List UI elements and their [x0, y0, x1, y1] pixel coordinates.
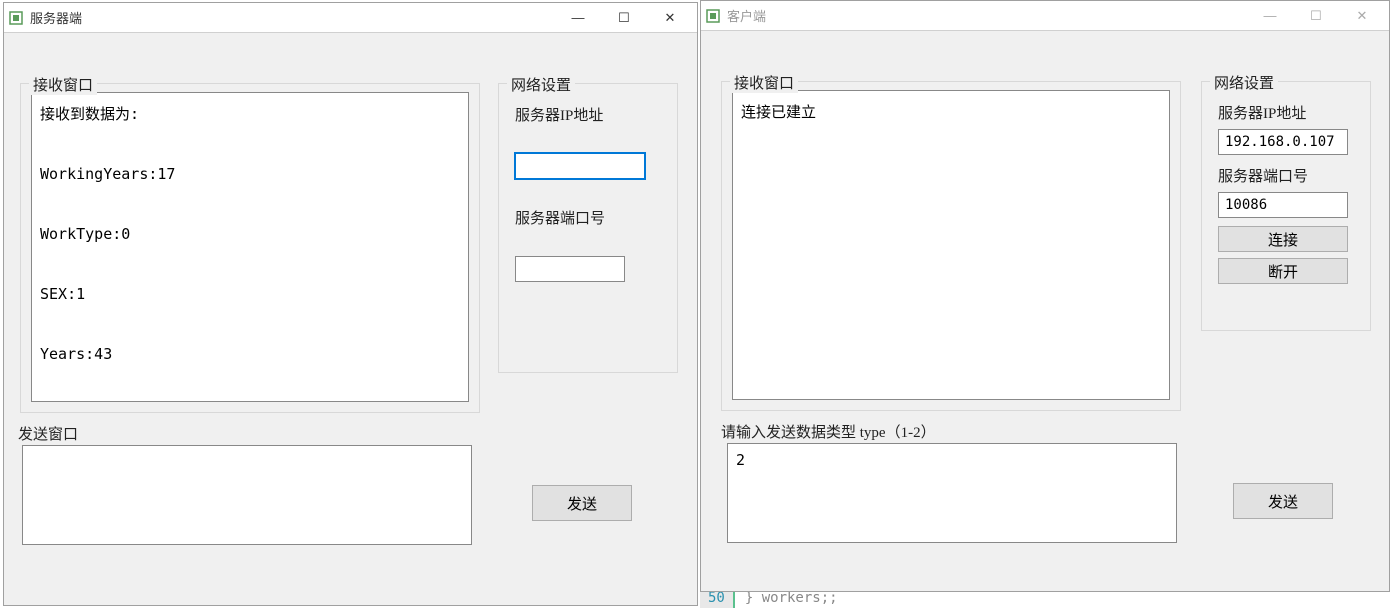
- server-send-group: 发送窗口: [10, 433, 480, 553]
- client-client-area: 接收窗口 连接已建立 网络设置 服务器IP地址 服务器端口号 连接 断开 请输入…: [701, 31, 1389, 591]
- minimize-button[interactable]: —: [1247, 1, 1293, 30]
- client-port-label: 服务器端口号: [1218, 165, 1354, 186]
- client-port-input[interactable]: [1218, 192, 1348, 218]
- app-icon: [705, 8, 721, 24]
- client-network-label: 网络设置: [1210, 72, 1278, 93]
- client-ip-label: 服务器IP地址: [1218, 102, 1354, 123]
- client-send-textarea[interactable]: 2: [727, 443, 1177, 543]
- server-receive-label: 接收窗口: [29, 74, 97, 95]
- minimize-button[interactable]: —: [555, 3, 601, 32]
- server-client-area: 接收窗口 接收到数据为: WorkingYears:17 WorkType:0 …: [4, 33, 697, 605]
- server-window-controls: — ☐ ✕: [555, 3, 693, 32]
- server-send-textarea[interactable]: [22, 445, 472, 545]
- maximize-button[interactable]: ☐: [1293, 1, 1339, 30]
- server-window: 服务器端 — ☐ ✕ 接收窗口 接收到数据为: WorkingYears:17 …: [3, 2, 698, 606]
- maximize-button[interactable]: ☐: [601, 3, 647, 32]
- server-receive-group: 接收窗口 接收到数据为: WorkingYears:17 WorkType:0 …: [20, 83, 480, 413]
- disconnect-button[interactable]: 断开: [1218, 258, 1348, 284]
- client-send-button[interactable]: 发送: [1233, 483, 1333, 519]
- app-icon: [8, 10, 24, 26]
- server-receive-textarea[interactable]: 接收到数据为: WorkingYears:17 WorkType:0 SEX:1…: [31, 92, 469, 402]
- close-button[interactable]: ✕: [1339, 1, 1385, 30]
- client-send-group: 请输入发送数据类型 type（1-2） 2: [713, 431, 1183, 551]
- bg-line-number: 50: [700, 590, 735, 608]
- server-titlebar: 服务器端 — ☐ ✕: [4, 3, 697, 33]
- server-ip-input[interactable]: [515, 153, 645, 179]
- server-send-button[interactable]: 发送: [532, 485, 632, 521]
- client-window-controls: — ☐ ✕: [1247, 1, 1385, 30]
- client-ip-input[interactable]: [1218, 129, 1348, 155]
- client-send-label: 请输入发送数据类型 type（1-2）: [717, 421, 940, 442]
- client-titlebar: 客户端 — ☐ ✕: [701, 1, 1389, 31]
- client-receive-label: 接收窗口: [730, 72, 798, 93]
- close-button[interactable]: ✕: [647, 3, 693, 32]
- server-ip-label: 服务器IP地址: [515, 104, 661, 125]
- client-network-group: 网络设置 服务器IP地址 服务器端口号 连接 断开: [1201, 81, 1371, 331]
- background-editor-strip: 50 } workers;;: [700, 590, 1390, 608]
- server-send-label: 发送窗口: [14, 423, 82, 444]
- server-network-label: 网络设置: [507, 74, 575, 95]
- server-window-title: 服务器端: [30, 8, 555, 27]
- client-window: 客户端 — ☐ ✕ 接收窗口 连接已建立 网络设置 服务器IP地址 服务器端口号…: [700, 0, 1390, 592]
- server-port-label: 服务器端口号: [515, 207, 661, 228]
- bg-code-text: } workers;;: [735, 590, 1390, 608]
- client-window-title: 客户端: [727, 6, 1247, 25]
- connect-button[interactable]: 连接: [1218, 226, 1348, 252]
- server-port-input[interactable]: [515, 256, 625, 282]
- server-network-group: 网络设置 服务器IP地址 服务器端口号: [498, 83, 678, 373]
- client-receive-textarea[interactable]: 连接已建立: [732, 90, 1170, 400]
- client-receive-group: 接收窗口 连接已建立: [721, 81, 1181, 411]
